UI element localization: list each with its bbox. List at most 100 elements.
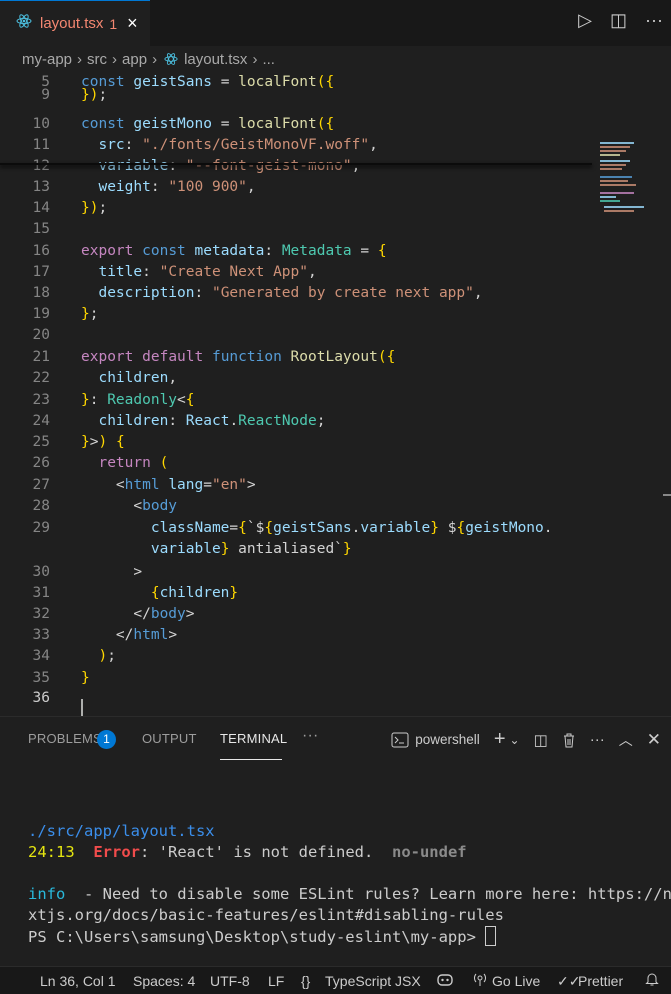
sticky-scroll-divider [0, 163, 592, 165]
language-mode[interactable]: TypeScript JSX [325, 973, 421, 989]
tab-layout-tsx[interactable]: layout.tsx 1 × [0, 0, 150, 46]
code-text: children, [98, 370, 178, 386]
chevron-right-icon: › [152, 50, 158, 68]
copilot-icon[interactable] [436, 971, 454, 990]
line-number: 32 [32, 606, 50, 622]
bell-icon[interactable] [645, 971, 659, 990]
more-actions-icon[interactable]: ··· [645, 10, 663, 31]
code-text: </body> [81, 606, 195, 622]
code-text: } [81, 670, 90, 686]
double-check-icon: ✓✓ [557, 973, 581, 989]
breadcrumb-item[interactable]: src [87, 51, 107, 68]
line-number: 15 [32, 221, 50, 237]
chevron-right-icon: › [77, 50, 83, 68]
more-actions-icon[interactable]: ··· [590, 731, 605, 748]
chevron-down-icon[interactable]: ⌄ [510, 733, 520, 747]
add-terminal-icon[interactable]: + [494, 728, 506, 751]
prettier-status[interactable]: Prettier [578, 973, 623, 989]
encoding[interactable]: UTF-8 [210, 973, 250, 989]
terminal-icon [391, 732, 409, 748]
code-text: children: React.ReactNode; [98, 413, 326, 429]
tab-bar: layout.tsx 1 × ▷ ◫ ··· [0, 0, 671, 46]
cursor-position[interactable]: Ln 36, Col 1 [40, 973, 116, 989]
terminal-error-label: Error [93, 843, 141, 861]
code-text: variable} antialiased`} [150, 541, 352, 557]
code-editor[interactable]: 5 const geistSans = localFont({9}); 10 cons… [0, 72, 671, 718]
code-text: variable: "--font-geist-mono", [98, 158, 361, 174]
broadcast-icon [472, 971, 488, 990]
breadcrumb-item[interactable]: ... [262, 51, 275, 68]
active-tab-indicator [220, 759, 282, 760]
line-number: 25 [32, 434, 50, 450]
chevron-right-icon: › [252, 50, 258, 68]
line-number: 17 [32, 264, 50, 280]
shell-name[interactable]: powershell [415, 732, 480, 747]
close-panel-icon[interactable]: ✕ [647, 730, 661, 750]
terminal-info-message-cont: xtjs.org/docs/basic-features/eslint#disa… [28, 906, 504, 924]
terminal-file-path[interactable]: ./src/app/layout.tsx [28, 822, 215, 840]
code-text: }>) { [81, 434, 125, 450]
trash-icon[interactable] [562, 732, 576, 748]
code-text: > [81, 564, 143, 580]
line-number: 26 [32, 455, 50, 471]
line-ending[interactable]: LF [268, 973, 284, 989]
run-icon[interactable]: ▷ [578, 10, 592, 31]
split-terminal-icon[interactable]: ◫ [534, 731, 548, 749]
chevron-right-icon: › [112, 50, 118, 68]
tab-output[interactable]: OUTPUT [142, 731, 197, 746]
line-number: 24 [32, 413, 50, 429]
code-text: title: "Create Next App", [98, 264, 317, 280]
line-number: 31 [32, 585, 50, 601]
code-text: description: "Generated by create next a… [98, 285, 483, 301]
line-number: 22 [32, 370, 50, 386]
terminal-info-label: info [28, 885, 66, 903]
code-text: return ( [98, 455, 169, 471]
code-text: export default function RootLayout({ [81, 349, 396, 365]
code-text: }); [81, 200, 108, 216]
go-live-button[interactable]: Go Live [492, 973, 540, 989]
more-tabs-icon[interactable]: ··· [302, 727, 319, 745]
terminal-output[interactable]: ./src/app/layout.tsx 24:13 Error: 'React… [28, 821, 671, 948]
line-number: 18 [32, 285, 50, 301]
tab-terminal[interactable]: TERMINAL [220, 731, 287, 746]
terminal-controls: powershell + ⌄ ◫ ··· ︿ ✕ [391, 728, 661, 751]
line-number: 34 [32, 648, 50, 664]
code-text: ); [98, 648, 116, 664]
line-number: 35 [32, 670, 50, 686]
bottom-panel: PROBLEMS 1 OUTPUT TERMINAL ··· powershel… [0, 716, 671, 967]
breadcrumb-item[interactable]: my-app [22, 51, 72, 68]
code-text: const geistSans = localFont({ [81, 74, 335, 90]
tab-problems[interactable]: PROBLEMS [28, 731, 102, 746]
line-number: 23 [32, 392, 50, 408]
line-number: 28 [32, 498, 50, 514]
terminal-cursor [485, 926, 497, 946]
split-editor-icon[interactable]: ◫ [610, 10, 627, 31]
tab-problem-count: 1 [109, 15, 118, 32]
line-number: 21 [32, 349, 50, 365]
chevron-up-icon[interactable]: ︿ [619, 730, 633, 750]
breadcrumb-item[interactable]: layout.tsx [184, 51, 247, 68]
code-text: export const metadata: Metadata = { [81, 243, 387, 259]
tab-label: layout.tsx [40, 15, 104, 32]
line-number: 11 [32, 137, 50, 153]
code-text: }); [81, 87, 108, 103]
code-text: </html> [81, 627, 178, 643]
minimap[interactable] [600, 142, 655, 222]
breadcrumb-item[interactable]: app [122, 51, 147, 68]
code-text: weight: "100 900", [98, 179, 256, 195]
close-icon[interactable]: × [127, 13, 138, 34]
line-number: 9 [41, 87, 50, 103]
terminal-prompt: PS C:\Users\samsung\Desktop\study-eslint… [28, 928, 486, 946]
line-number: 16 [32, 243, 50, 259]
line-number: 29 [32, 520, 50, 536]
line-number: 13 [32, 179, 50, 195]
line-number: 33 [32, 627, 50, 643]
line-number: 27 [32, 477, 50, 493]
indentation[interactable]: Spaces: 4 [133, 973, 195, 989]
terminal-location: 24:13 [28, 843, 75, 861]
code-text: <body [81, 498, 178, 514]
editor-toolbar: ▷ ◫ ··· [578, 10, 663, 31]
status-bar: Ln 36, Col 1 Spaces: 4 UTF-8 LF {} TypeS… [0, 966, 671, 994]
code-text: {children} [150, 585, 239, 601]
problems-badge: 1 [97, 730, 116, 749]
